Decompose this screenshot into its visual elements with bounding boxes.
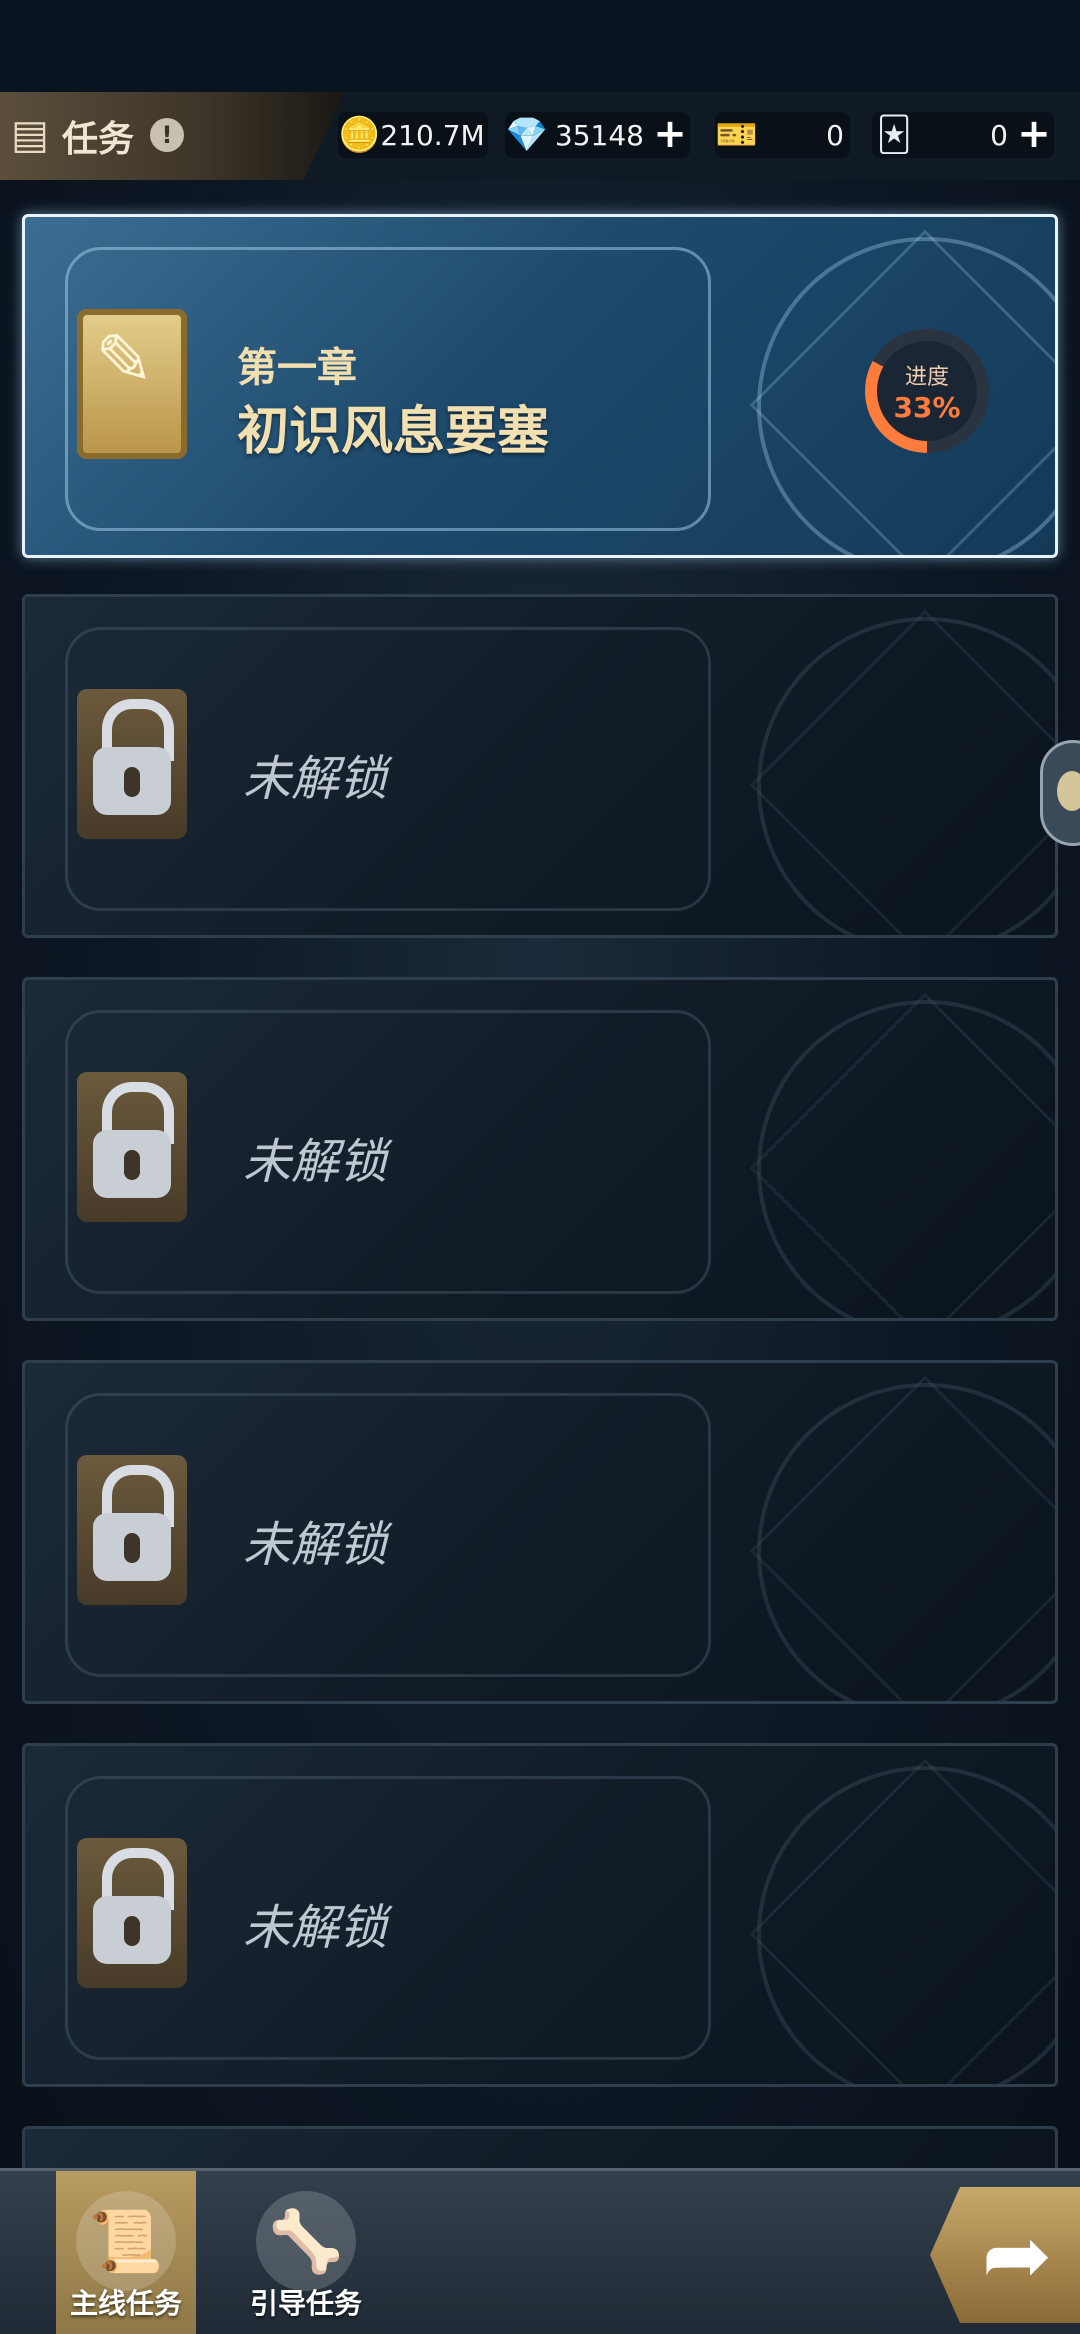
scroll-icon: 📜 [76, 2191, 176, 2291]
currency-gold: 🪙 210.7M [338, 112, 488, 158]
currency-ticket-red: 🎫 0 [715, 112, 850, 158]
chapter-card-4[interactable]: 未解锁 [22, 1360, 1058, 1704]
page-title: 任务 [62, 119, 135, 160]
ticket-card-icon: 🃏 [876, 115, 912, 155]
lock-icon [77, 1072, 187, 1222]
info-icon[interactable]: ! [150, 118, 184, 152]
locked-text: 未解锁 [243, 1517, 388, 1573]
status-bar-area [0, 0, 1080, 92]
chapter-card-3[interactable]: 未解锁 [22, 977, 1058, 1321]
lock-icon [77, 1455, 187, 1605]
ticket-red-icon: 🎫 [715, 115, 759, 155]
task-book-icon: ▤ [11, 112, 49, 158]
progress-value: 33% [893, 390, 961, 424]
ticket-card-value: 0 [990, 118, 1008, 152]
magic-circle-decoration [757, 1383, 1055, 1701]
progress-label: 进度 [904, 364, 949, 390]
chapter-name: 初识风息要塞 [237, 402, 550, 462]
arrow-icon: ➦ [981, 2206, 1053, 2304]
add-diamond-button[interactable]: + [650, 114, 690, 155]
diamond-value: 35148 [554, 118, 644, 152]
add-ticket-button[interactable]: + [1014, 114, 1054, 155]
magic-circle-decoration [757, 1000, 1055, 1318]
locked-text: 未解锁 [243, 1134, 388, 1190]
chapter-card-1[interactable]: ✎ 第一章 初识风息要塞 进度 33% [22, 214, 1058, 558]
title-plate: ▤ 任务 ! [0, 92, 345, 180]
chapter-label: 第一章 [237, 345, 357, 391]
chapter-card-2[interactable]: 未解锁 [22, 594, 1058, 938]
gold-value: 210.7M [380, 118, 485, 152]
currency-ticket-card: 🃏 0 + [872, 112, 1054, 158]
magic-circle-decoration [757, 1766, 1055, 2084]
ticket-red-value: 0 [826, 118, 844, 152]
gold-coin-icon: 🪙 [338, 115, 381, 155]
progress-inner: 进度 33% [877, 341, 977, 441]
currency-diamond: 💎 35148 + [505, 112, 690, 158]
bone-scroll-icon: 🦴 [256, 2191, 356, 2291]
scroll-quill-icon: ✎ [77, 309, 187, 459]
side-handle-icon[interactable] [1040, 740, 1080, 846]
locked-text: 未解锁 [243, 751, 388, 807]
diamond-icon: 💎 [505, 115, 549, 155]
tab-main-quest[interactable]: 📜 主线任务 [56, 2171, 196, 2334]
progress-ring: 进度 33% [865, 329, 989, 453]
magic-circle-decoration [757, 617, 1055, 935]
bottom-nav: 📜 主线任务 🦴 引导任务 ➦ [0, 2168, 1080, 2334]
tab-guide-quest[interactable]: 🦴 引导任务 [236, 2171, 376, 2334]
go-button[interactable]: ➦ [930, 2187, 1080, 2323]
lock-icon [77, 1838, 187, 1988]
header: ▤ 任务 ! 🪙 210.7M 💎 35148 + 🎫 0 🃏 0 + [0, 92, 1080, 180]
tab-guide-quest-label: 引导任务 [249, 2287, 362, 2320]
lock-icon [77, 689, 187, 839]
tab-main-quest-label: 主线任务 [69, 2287, 182, 2320]
chapter-card-5[interactable]: 未解锁 [22, 1743, 1058, 2087]
locked-text: 未解锁 [243, 1900, 388, 1956]
